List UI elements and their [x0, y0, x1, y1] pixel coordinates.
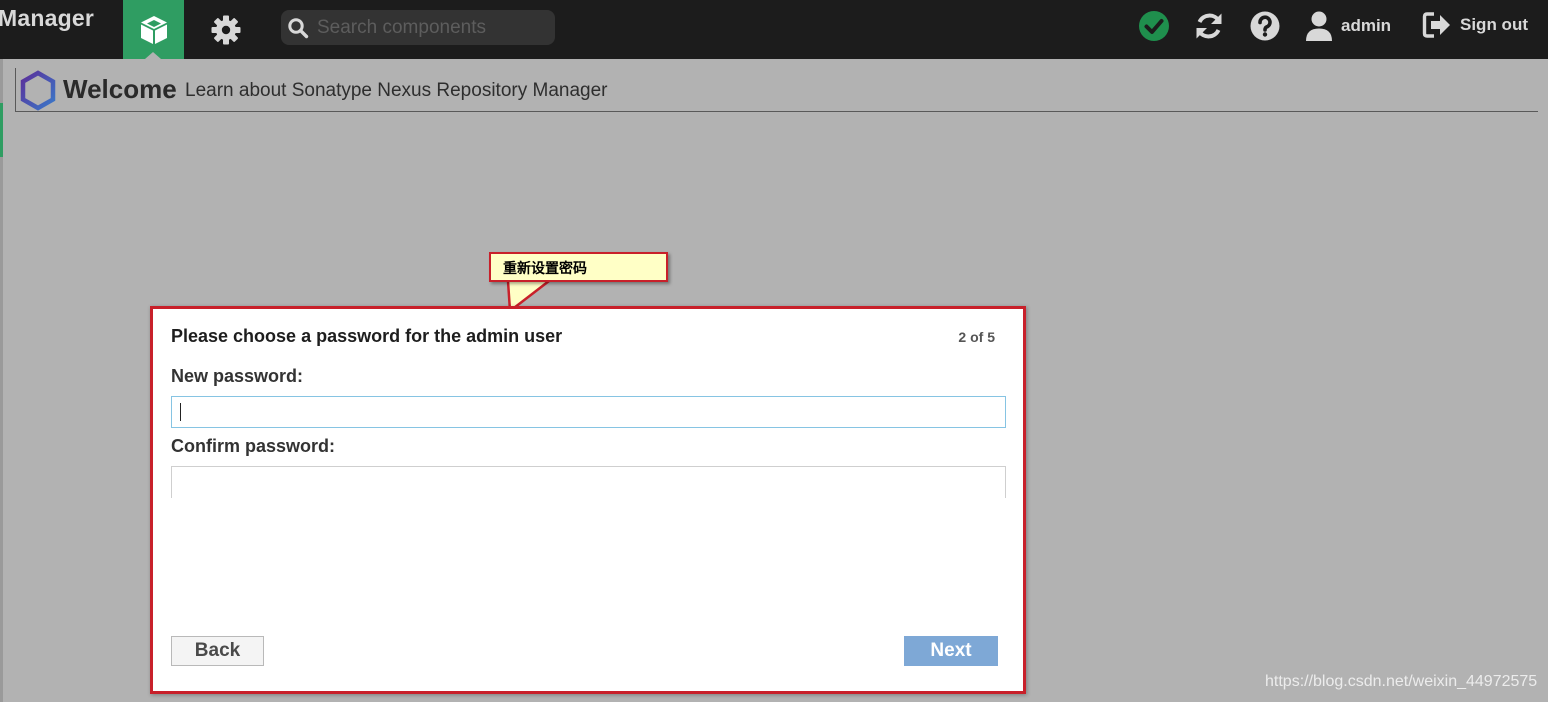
nexus-hexagon-icon: [18, 70, 58, 117]
new-password-field[interactable]: [171, 396, 1006, 428]
system-status-button[interactable]: [1138, 10, 1170, 42]
confirm-password-field[interactable]: [171, 466, 1006, 498]
check-circle-icon: [1139, 11, 1169, 41]
header-divider: [15, 68, 16, 112]
text-cursor: [180, 403, 181, 421]
page-title: Welcome: [63, 74, 177, 104]
gear-icon: [211, 15, 241, 44]
user-account-button[interactable]: admin: [1305, 10, 1391, 42]
watermark-text: https://blog.csdn.net/weixin_44972575: [1265, 673, 1538, 690]
app-brand: Manager: [0, 5, 94, 31]
search-box[interactable]: [281, 10, 555, 45]
browse-mode-button[interactable]: [123, 0, 184, 59]
search-input[interactable]: [315, 15, 549, 40]
confirm-password-label: Confirm password:: [171, 436, 336, 456]
refresh-button[interactable]: [1193, 10, 1225, 42]
page-subtitle: Learn about Sonatype Nexus Repository Ma…: [185, 80, 608, 101]
user-name: admin: [1341, 16, 1392, 35]
active-mode-caret: [145, 52, 161, 59]
search-icon: [288, 17, 309, 38]
annotation-callout: 重新设置密码: [489, 252, 668, 282]
refresh-icon: [1196, 13, 1222, 39]
sign-out-label: Sign out: [1460, 15, 1528, 34]
new-password-label: New password:: [171, 366, 304, 386]
top-toolbar: Manager Search components admin Sign out: [0, 0, 1548, 59]
sign-out-button[interactable]: Sign out: [1422, 10, 1528, 40]
left-nav-active-indicator: [0, 103, 3, 157]
user-icon: [1306, 11, 1332, 41]
admin-mode-button[interactable]: [196, 0, 256, 59]
next-button[interactable]: Next: [904, 636, 998, 666]
sign-out-icon: [1422, 12, 1450, 38]
dialog-title: Please choose a password for the admin u…: [171, 326, 563, 346]
wizard-step-indicator: 2 of 5: [958, 329, 995, 345]
help-button[interactable]: [1249, 10, 1281, 42]
back-button[interactable]: Back: [171, 636, 264, 666]
cube-icon: [140, 15, 167, 44]
setup-wizard-dialog: Please choose a password for the admin u…: [150, 306, 1026, 694]
help-icon: [1250, 11, 1280, 41]
